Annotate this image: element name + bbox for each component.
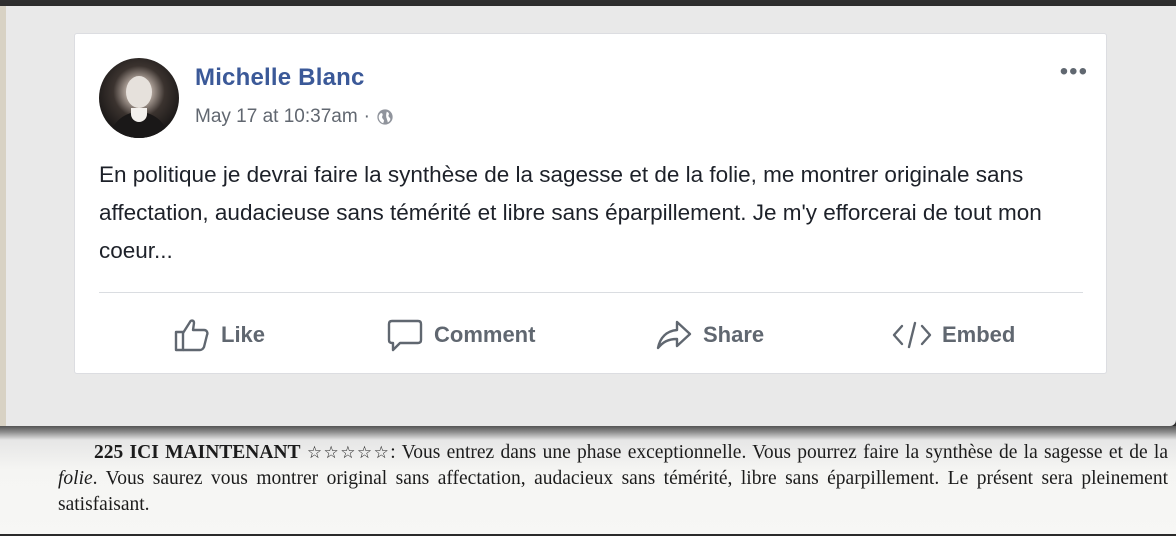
comment-button[interactable]: Comment [386,312,535,358]
avatar-face [126,76,152,108]
thumbs-up-icon [174,319,209,352]
meta-separator: · [363,106,370,127]
like-button[interactable]: Like [173,312,265,358]
book-italic-word: folie [58,468,93,489]
comment-label: Comment [434,322,536,347]
post-actions: Like Comment Share Embed [75,312,1108,358]
book-text-part1: : Vous entrez dans une phase exceptionne… [390,442,1169,463]
book-entry-title: 225 ICI MAINTENANT [94,442,301,463]
facebook-post-card: Michelle Blanc May 17 at 10:37am · ••• E… [74,33,1107,374]
frame-edge [0,6,6,426]
book-excerpt: 225 ICI MAINTENANT ☆☆☆☆☆: Vous entrez da… [58,440,1168,518]
like-label: Like [221,322,266,347]
share-arrow-icon [656,320,692,350]
code-embed-icon [892,321,932,349]
comment-bubble-icon [387,319,423,352]
more-options-icon[interactable]: ••• [1060,60,1088,84]
book-first-indent [58,442,94,463]
share-label: Share [703,322,765,347]
book-text-part2: . Vous saurez vous montrer original sans… [58,468,1168,515]
post-text: En politique je devrai faire la synthèse… [99,162,1042,263]
actions-divider [99,292,1083,293]
globe-icon[interactable] [376,108,394,126]
avatar[interactable] [99,58,179,138]
author-name[interactable]: Michelle Blanc [195,64,365,92]
star-rating: ☆☆☆☆☆ [306,443,391,462]
share-button[interactable]: Share [655,312,764,358]
post-timestamp[interactable]: May 17 at 10:37am [195,106,358,128]
embed-label: Embed [942,322,1016,347]
embed-button[interactable]: Embed [892,312,1015,358]
post-meta: May 17 at 10:37am · [195,106,394,128]
